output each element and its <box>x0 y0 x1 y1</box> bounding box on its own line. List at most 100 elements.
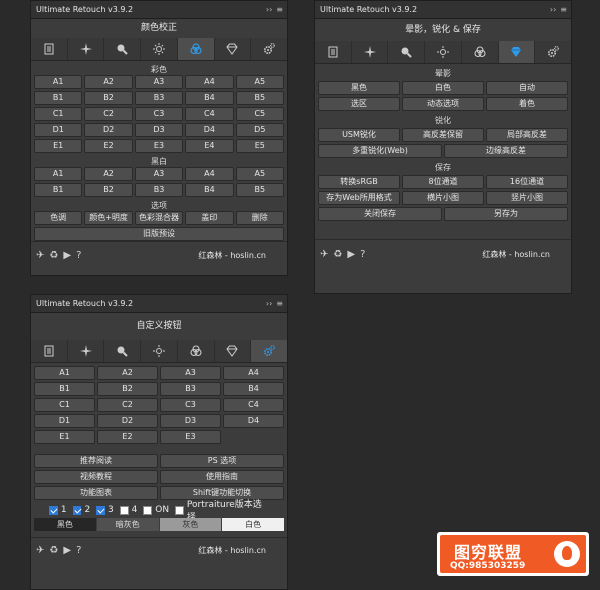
bw-preset-button[interactable]: B3 <box>134 183 184 197</box>
option-button[interactable]: 颜色+明度 <box>84 211 133 225</box>
help-icon[interactable]: ? <box>360 249 365 260</box>
tab-settings[interactable] <box>535 41 571 63</box>
plane-icon[interactable]: ✈ <box>36 250 44 261</box>
checkbox-portraiture[interactable] <box>175 505 184 515</box>
tab-diamond[interactable] <box>215 38 252 60</box>
color-preset-button[interactable]: E5 <box>235 139 284 153</box>
help-icon[interactable]: ? <box>76 250 81 261</box>
custom-button[interactable]: A2 <box>97 366 158 380</box>
bw-preset-button[interactable]: A4 <box>185 167 234 181</box>
credit-link[interactable]: 红森林 - hoslin.cn <box>482 249 550 260</box>
help-link-button[interactable]: 使用指南 <box>160 470 284 484</box>
video-icon[interactable]: ▶ <box>63 250 71 261</box>
color-preset-button[interactable]: D1 <box>34 123 83 137</box>
help-link-button[interactable]: 视频教程 <box>34 470 158 484</box>
custom-button[interactable]: D2 <box>97 414 158 428</box>
checkbox-1[interactable] <box>49 505 58 515</box>
tab-search[interactable] <box>388 41 426 63</box>
color-preset-button[interactable]: C2 <box>84 107 133 121</box>
legacy-presets-button[interactable]: 旧版预设 <box>34 227 284 241</box>
recycle-icon[interactable]: ♻ <box>49 545 58 556</box>
video-icon[interactable]: ▶ <box>347 249 355 260</box>
panel-titlebar[interactable]: Ultimate Retouch v3.9.2 ›› ≡ <box>31 1 287 19</box>
checkbox-3[interactable] <box>96 505 106 515</box>
sharpen-button[interactable]: 边缘高反差 <box>444 144 568 158</box>
tab-settings[interactable] <box>251 340 288 362</box>
tab-document[interactable] <box>315 41 352 63</box>
theme-black[interactable]: 黑色 <box>34 518 96 531</box>
option-button[interactable]: 盖印 <box>185 211 234 225</box>
help-link-button[interactable]: 功能图表 <box>34 486 158 500</box>
custom-button[interactable]: B2 <box>97 382 158 396</box>
vignette-button[interactable]: 自动 <box>486 81 568 95</box>
sharpen-button[interactable]: USM锐化 <box>318 128 400 142</box>
tab-document[interactable] <box>31 38 68 60</box>
custom-button[interactable]: D1 <box>34 414 95 428</box>
custom-button[interactable]: A1 <box>34 366 95 380</box>
custom-button[interactable]: B1 <box>34 382 95 396</box>
color-preset-button[interactable]: A2 <box>84 75 133 89</box>
tab-light[interactable] <box>425 41 462 63</box>
color-preset-button[interactable]: E1 <box>34 139 83 153</box>
menu-icon[interactable]: ≡ <box>276 299 283 308</box>
save-button[interactable]: 存为Web所用格式 <box>318 191 400 205</box>
checkbox-2[interactable] <box>72 505 82 515</box>
vignette-button[interactable]: 选区 <box>318 97 400 111</box>
tab-heal[interactable] <box>68 38 105 60</box>
tab-settings[interactable] <box>251 38 287 60</box>
color-preset-button[interactable]: E2 <box>84 139 133 153</box>
color-preset-button[interactable]: C3 <box>134 107 184 121</box>
collapse-icon[interactable]: ›› <box>266 299 272 308</box>
recycle-icon[interactable]: ♻ <box>49 250 58 261</box>
vignette-button[interactable]: 黑色 <box>318 81 400 95</box>
save-button[interactable]: 16位通道 <box>486 175 568 189</box>
checkbox-on[interactable] <box>143 505 153 515</box>
bw-preset-button[interactable]: A5 <box>235 167 284 181</box>
vignette-button[interactable]: 动态选项 <box>402 97 484 111</box>
color-preset-button[interactable]: B1 <box>34 91 83 105</box>
color-preset-button[interactable]: C4 <box>185 107 234 121</box>
vignette-button[interactable]: 白色 <box>402 81 484 95</box>
color-preset-button[interactable]: A5 <box>235 75 284 89</box>
color-preset-button[interactable]: C1 <box>34 107 83 121</box>
help-link-button[interactable]: 推荐阅读 <box>34 454 158 468</box>
custom-button[interactable]: B3 <box>160 382 221 396</box>
color-preset-button[interactable]: A3 <box>134 75 184 89</box>
menu-icon[interactable]: ≡ <box>276 5 283 14</box>
color-preset-button[interactable]: D5 <box>235 123 284 137</box>
custom-button[interactable]: E3 <box>160 430 221 444</box>
collapse-icon[interactable]: ›› <box>550 5 556 14</box>
tab-diamond[interactable] <box>498 41 536 63</box>
color-preset-button[interactable]: D3 <box>134 123 184 137</box>
option-button[interactable]: 删除 <box>235 211 284 225</box>
video-icon[interactable]: ▶ <box>63 545 71 556</box>
theme-gray[interactable]: 灰色 <box>159 518 222 531</box>
tab-document[interactable] <box>31 340 68 362</box>
bw-preset-button[interactable]: A3 <box>134 167 184 181</box>
color-preset-button[interactable]: E4 <box>185 139 234 153</box>
menu-icon[interactable]: ≡ <box>560 5 567 14</box>
bw-preset-button[interactable]: B5 <box>235 183 284 197</box>
save-button[interactable]: 关闭保存 <box>318 207 442 221</box>
save-button[interactable]: 转换sRGB <box>318 175 400 189</box>
tab-color[interactable] <box>462 41 499 63</box>
tab-heal[interactable] <box>68 340 105 362</box>
custom-button[interactable]: A3 <box>160 366 221 380</box>
tab-color[interactable] <box>178 340 215 362</box>
color-preset-button[interactable]: B5 <box>235 91 284 105</box>
sharpen-button[interactable]: 多重锐化(Web) <box>318 144 442 158</box>
color-preset-button[interactable]: D2 <box>84 123 133 137</box>
color-preset-button[interactable]: A4 <box>185 75 234 89</box>
theme-dark-gray[interactable]: 暗灰色 <box>96 518 159 531</box>
save-button[interactable]: 另存为 <box>444 207 568 221</box>
credit-link[interactable]: 红森林 - hoslin.cn <box>198 545 266 556</box>
custom-button[interactable]: E2 <box>97 430 158 444</box>
custom-button[interactable]: B4 <box>223 382 284 396</box>
custom-button[interactable]: A4 <box>223 366 284 380</box>
bw-preset-button[interactable]: B4 <box>185 183 234 197</box>
option-button[interactable]: 色彩混合器 <box>134 211 184 225</box>
sharpen-button[interactable]: 高反差保留 <box>402 128 484 142</box>
plane-icon[interactable]: ✈ <box>36 545 44 556</box>
tab-diamond[interactable] <box>215 340 252 362</box>
color-preset-button[interactable]: B2 <box>84 91 133 105</box>
